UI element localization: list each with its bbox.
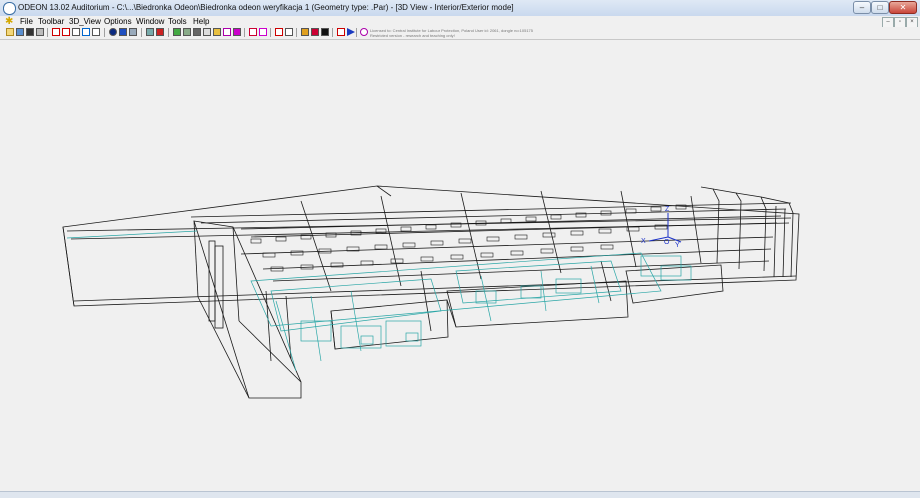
room-wireframe: Z X Y O [62,185,800,399]
toolbar-separator [270,28,271,37]
receiver-icon[interactable] [146,28,154,36]
material-icon[interactable] [119,28,127,36]
menu-options[interactable]: Options [104,17,132,26]
options-icon[interactable] [311,28,319,36]
odeon-logo-icon: ✱ [5,16,14,27]
calc-icon[interactable] [275,28,283,36]
menu-window[interactable]: Window [136,17,164,26]
menu-3d-view[interactable]: 3D_View [69,17,101,26]
outline-edges [62,185,800,399]
toolbar-separator [141,28,142,37]
grid-icon[interactable] [62,28,70,36]
window-title: ODEON 13.02 Auditorium - C:\...\Biedronk… [18,3,514,12]
toolbar-separator [168,28,169,37]
chart-icon[interactable] [82,28,90,36]
table-icon[interactable] [92,28,100,36]
menu-help[interactable]: Help [193,17,209,26]
zoom-icon[interactable] [213,28,221,36]
measure-icon[interactable] [223,28,231,36]
axis-y-label: Y [675,242,680,249]
save-icon[interactable] [16,28,24,36]
close-button[interactable]: ✕ [889,1,917,14]
minimize-button[interactable]: – [853,1,871,14]
toolbar-separator [332,28,333,37]
menu-bar: ✱ File Toolbar 3D_View Options Window To… [0,16,920,27]
list-icon[interactable] [26,28,34,36]
license-line-2: Restricted version - research and teachi… [370,33,455,38]
interior-furniture [66,230,692,372]
chart-icon[interactable] [337,28,345,36]
menu-toolbar[interactable]: Toolbar [38,17,64,26]
edit-icon[interactable] [259,28,267,36]
menu-tools[interactable]: Tools [168,17,187,26]
tools-icon[interactable] [193,28,201,36]
surface-icon[interactable] [72,28,80,36]
options-icon[interactable] [301,28,309,36]
info-icon[interactable] [109,28,117,36]
axis-x-label: X [641,238,646,245]
3d-view-canvas[interactable]: Z X Y O [1,41,918,491]
highlight-icon[interactable] [233,28,241,36]
print-icon[interactable] [36,28,44,36]
toolbar-separator [104,28,105,37]
menu-file[interactable]: File [20,17,33,26]
play-icon[interactable] [347,28,355,36]
toolbar-separator [296,28,297,37]
folder-open-icon[interactable] [6,28,14,36]
ray-icon[interactable] [173,28,181,36]
odeon-app-icon[interactable] [3,2,16,15]
source-icon[interactable] [129,28,137,36]
axis-origin-label: O [664,239,670,246]
toolbar-separator [356,28,357,37]
license-notice: Licensed to: Central Institute for Labou… [370,28,533,38]
grid-map-icon[interactable] [183,28,191,36]
toolbar-separator [47,28,48,37]
toolbar-separator [244,28,245,37]
report-icon[interactable] [285,28,293,36]
axis-z-label: Z [665,206,670,213]
grid-icon[interactable] [52,28,60,36]
title-bar: ODEON 13.02 Auditorium - C:\...\Biedronk… [0,0,920,17]
options-icon[interactable] [321,28,329,36]
render-icon[interactable] [156,28,164,36]
wire-icon[interactable] [203,28,211,36]
layer-icon[interactable] [249,28,257,36]
link-icon[interactable] [360,28,368,36]
maximize-button[interactable]: □ [871,1,889,14]
